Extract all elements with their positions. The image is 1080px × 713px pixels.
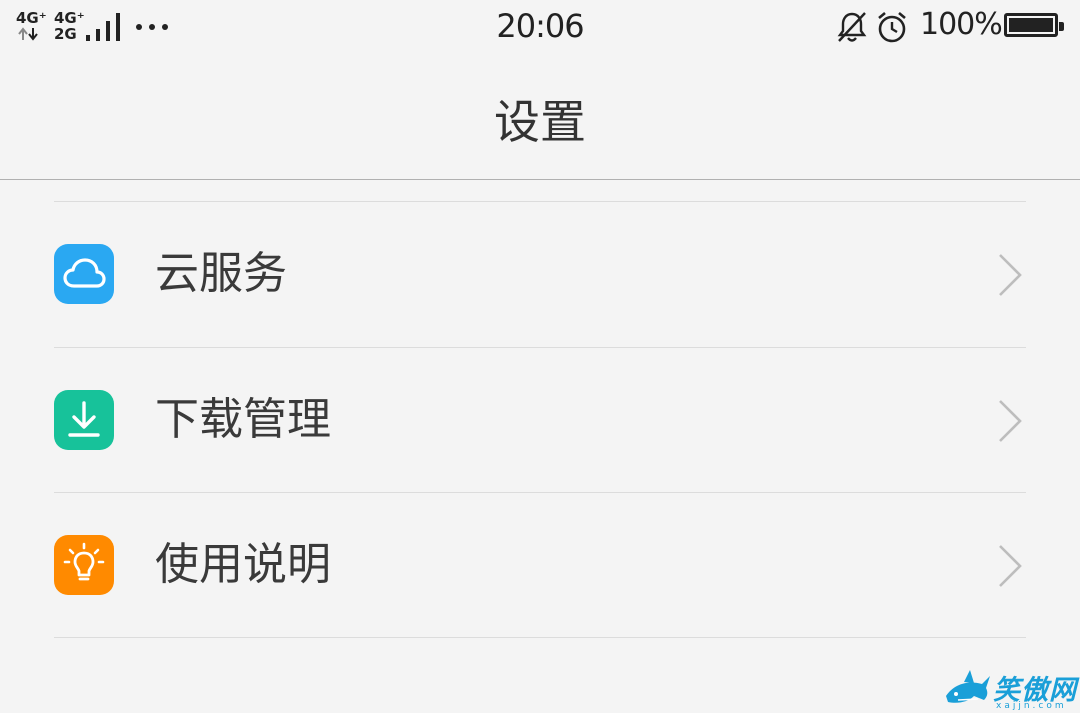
shark-logo-icon	[946, 670, 990, 703]
status-time: 20:06	[496, 7, 584, 45]
chevron-right-icon	[999, 254, 1022, 296]
list-divider	[54, 637, 1026, 638]
watermark-url: xajjn.com	[996, 701, 1067, 711]
header-divider	[0, 179, 1080, 180]
settings-item-label: 云服务	[155, 248, 287, 299]
cloud-icon	[54, 244, 114, 304]
settings-item-label: 使用说明	[155, 539, 331, 590]
settings-item-user-guide[interactable]: 使用说明	[0, 493, 1080, 637]
settings-item-cloud-service[interactable]: 云服务	[0, 202, 1080, 346]
alarm-clock-icon	[878, 12, 906, 43]
download-icon	[54, 390, 114, 450]
battery-icon	[1004, 13, 1064, 37]
settings-item-download-manager[interactable]: 下载管理	[0, 348, 1080, 492]
status-bar: 4G⁺ 4G⁺ 2G 20:06 100%	[0, 0, 1080, 52]
bell-muted-icon	[837, 12, 867, 42]
lightbulb-icon	[54, 535, 114, 595]
chevron-right-icon	[999, 400, 1022, 442]
settings-item-label: 下载管理	[155, 394, 331, 445]
battery-percent: 100%	[920, 7, 1003, 42]
chevron-right-icon	[999, 545, 1022, 587]
page-title: 设置	[494, 95, 586, 149]
